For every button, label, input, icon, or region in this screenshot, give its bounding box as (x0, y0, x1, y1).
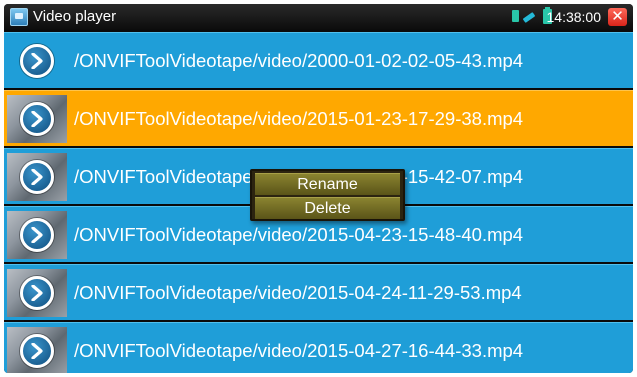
video-player-app-icon (10, 8, 28, 26)
file-row[interactable]: /ONVIFToolVideotape/video/2015-04-24-11-… (4, 264, 633, 320)
clock: 14:38:00 (546, 9, 602, 25)
rename-menu-item[interactable]: Rename (255, 173, 400, 195)
window-title: Video player (33, 8, 117, 25)
network-icon (523, 11, 536, 22)
play-circle-icon[interactable] (20, 102, 54, 136)
file-name: /ONVIFToolVideotape/video/2015-01-23-17-… (74, 108, 524, 129)
video-player-window: Video player 14:38:00 ✕ /ONVIFToolVideot… (4, 4, 633, 373)
file-name: /ONVIFToolVideotape/video/2015-04-24-11-… (74, 282, 522, 303)
file-thumbnail[interactable] (7, 37, 67, 85)
file-name: /ONVIFToolVideotape/video/2000-01-02-02-… (74, 50, 524, 71)
file-name: /ONVIFToolVideotape/video/2015-04-27-16-… (74, 340, 524, 361)
play-circle-icon[interactable] (20, 44, 54, 78)
play-circle-icon[interactable] (20, 160, 54, 194)
file-row[interactable]: /ONVIFToolVideotape/video/2015-04-27-16-… (4, 322, 633, 373)
file-row-selected[interactable]: /ONVIFToolVideotape/video/2015-01-23-17-… (4, 90, 633, 146)
file-thumbnail[interactable] (7, 153, 67, 201)
play-circle-icon[interactable] (20, 218, 54, 252)
play-circle-icon[interactable] (20, 334, 54, 368)
file-thumbnail[interactable] (7, 211, 67, 259)
file-thumbnail[interactable] (7, 327, 67, 373)
title-bar: Video player 14:38:00 ✕ (4, 4, 633, 30)
file-thumbnail[interactable] (7, 269, 67, 317)
context-menu: Rename Delete (250, 169, 405, 221)
sim-icon (512, 10, 519, 22)
file-thumbnail[interactable] (7, 95, 67, 143)
delete-menu-item[interactable]: Delete (255, 197, 400, 219)
file-row[interactable]: /ONVIFToolVideotape/video/2000-01-02-02-… (4, 32, 633, 88)
play-circle-icon[interactable] (20, 276, 54, 310)
close-icon[interactable]: ✕ (608, 8, 627, 26)
